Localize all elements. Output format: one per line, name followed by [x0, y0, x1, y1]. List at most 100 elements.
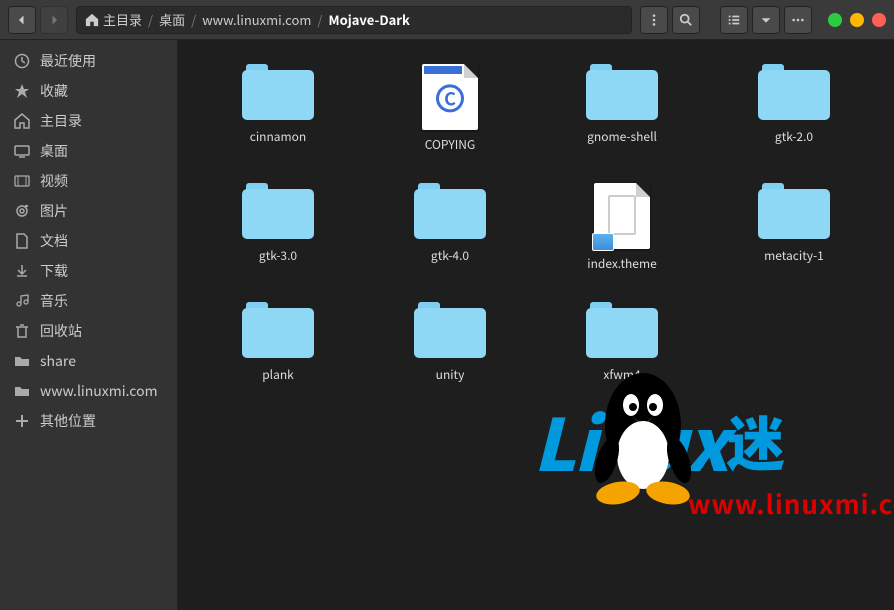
sidebar-item-label: 下载	[40, 261, 68, 281]
list-icon	[727, 13, 741, 27]
search-icon	[679, 13, 693, 27]
sidebar-item-label: 其他位置	[40, 411, 96, 431]
sidebar-item-label: share	[40, 351, 76, 371]
menu-button[interactable]	[784, 6, 812, 34]
music-icon	[14, 293, 30, 309]
home-icon	[85, 13, 99, 27]
breadcrumb-separator: /	[148, 10, 153, 29]
forward-button[interactable]	[40, 6, 68, 34]
sidebar-item-music[interactable]: 音乐	[0, 286, 177, 316]
watermark-brand: Linux	[533, 387, 727, 492]
file-label: unity	[436, 366, 465, 383]
file-grid: cinnamon C COPYING gnome-shell gtk-2.0 gtk-3.…	[196, 64, 876, 383]
breadcrumb-separator: /	[191, 10, 196, 29]
sidebar-item-label: 桌面	[40, 141, 68, 161]
search-button[interactable]	[672, 6, 700, 34]
file-label: gtk-2.0	[775, 128, 813, 145]
chevron-down-icon	[759, 13, 773, 27]
properties-button[interactable]	[640, 6, 668, 34]
folder-item[interactable]: unity	[368, 302, 532, 383]
sidebar-item-linuxmi[interactable]: www.linuxmi.com	[0, 376, 177, 406]
sidebar-item-other[interactable]: 其他位置	[0, 406, 177, 436]
folder-icon	[586, 302, 658, 360]
watermark-logo: Linux迷	[533, 387, 785, 492]
sidebar-item-label: 主目录	[40, 111, 82, 131]
home-icon	[14, 113, 30, 129]
breadcrumb-item[interactable]: 桌面	[159, 10, 185, 29]
minimize-button[interactable]	[828, 13, 842, 27]
sidebar-item-label: www.linuxmi.com	[40, 381, 158, 401]
theme-file-icon	[594, 183, 650, 249]
picture-icon	[14, 203, 30, 219]
sidebar-item-label: 视频	[40, 171, 68, 191]
video-icon	[14, 173, 30, 189]
file-label: xfwm4	[603, 366, 640, 383]
back-button[interactable]	[8, 6, 36, 34]
folder-icon	[586, 64, 658, 122]
sidebar-item-label: 回收站	[40, 321, 82, 341]
folder-item[interactable]: gtk-2.0	[712, 64, 876, 153]
breadcrumb-item-current[interactable]: Mojave-Dark	[329, 10, 410, 29]
file-view[interactable]: cinnamon C COPYING gnome-shell gtk-2.0 gtk-3.…	[178, 40, 894, 610]
dots-horizontal-icon	[791, 13, 805, 27]
file-label: cinnamon	[250, 128, 307, 145]
sidebar-item-downloads[interactable]: 下载	[0, 256, 177, 286]
plus-icon	[14, 413, 30, 429]
folder-item[interactable]: plank	[196, 302, 360, 383]
desktop-icon	[14, 143, 30, 159]
sidebar-item-videos[interactable]: 视频	[0, 166, 177, 196]
file-label: gtk-4.0	[431, 247, 469, 264]
clock-icon	[14, 53, 30, 69]
document-icon	[14, 233, 30, 249]
folder-item[interactable]: xfwm4	[540, 302, 704, 383]
sidebar-item-home[interactable]: 主目录	[0, 106, 177, 136]
breadcrumb-item[interactable]: www.linuxmi.com	[202, 10, 311, 29]
tux-penguin-icon	[583, 365, 703, 505]
maximize-button[interactable]	[850, 13, 864, 27]
watermark-suffix: 迷	[727, 398, 785, 482]
file-label: gnome-shell	[587, 128, 657, 145]
sidebar-item-label: 收藏	[40, 81, 68, 101]
file-item[interactable]: C COPYING	[368, 64, 532, 153]
sidebar-item-pictures[interactable]: 图片	[0, 196, 177, 226]
sidebar-item-documents[interactable]: 文档	[0, 226, 177, 256]
file-label: COPYING	[425, 136, 475, 153]
titlebar: 主目录 / 桌面 / www.linuxmi.com / Mojave-Dark	[0, 0, 894, 40]
sidebar-item-trash[interactable]: 回收站	[0, 316, 177, 346]
sidebar-item-recent[interactable]: 最近使用	[0, 46, 177, 76]
chevron-right-icon	[48, 14, 60, 26]
folder-icon	[14, 383, 30, 399]
trash-icon	[14, 323, 30, 339]
folder-item[interactable]: metacity-1	[712, 183, 876, 272]
main-area: 最近使用 收藏 主目录 桌面 视频 图片 文档 下载	[0, 40, 894, 610]
sidebar-item-label: 最近使用	[40, 51, 96, 71]
file-label: index.theme	[587, 255, 656, 272]
folder-icon	[14, 353, 30, 369]
sidebar-item-share[interactable]: share	[0, 346, 177, 376]
star-icon	[14, 83, 30, 99]
breadcrumb-separator: /	[317, 10, 322, 29]
sidebar: 最近使用 收藏 主目录 桌面 视频 图片 文档 下载	[0, 40, 178, 610]
file-item[interactable]: index.theme	[540, 183, 704, 272]
sidebar-item-starred[interactable]: 收藏	[0, 76, 177, 106]
sidebar-item-label: 文档	[40, 231, 68, 251]
sidebar-item-desktop[interactable]: 桌面	[0, 136, 177, 166]
folder-item[interactable]: cinnamon	[196, 64, 360, 153]
breadcrumb[interactable]: 主目录 / 桌面 / www.linuxmi.com / Mojave-Dark	[76, 6, 632, 34]
file-label: plank	[262, 366, 294, 383]
breadcrumb-item[interactable]: 主目录	[103, 10, 142, 29]
copying-file-icon: C	[422, 64, 478, 130]
view-dropdown-button[interactable]	[752, 6, 780, 34]
watermark-url: www.linuxmi.com	[688, 485, 894, 522]
close-button[interactable]	[872, 13, 886, 27]
sidebar-item-label: 图片	[40, 201, 68, 221]
window-controls	[828, 13, 886, 27]
file-label: metacity-1	[764, 247, 824, 264]
sidebar-item-label: 音乐	[40, 291, 68, 311]
folder-item[interactable]: gtk-3.0	[196, 183, 360, 272]
view-list-button[interactable]	[720, 6, 748, 34]
folder-item[interactable]: gtk-4.0	[368, 183, 532, 272]
folder-icon	[242, 183, 314, 241]
folder-item[interactable]: gnome-shell	[540, 64, 704, 153]
folder-icon	[242, 302, 314, 360]
